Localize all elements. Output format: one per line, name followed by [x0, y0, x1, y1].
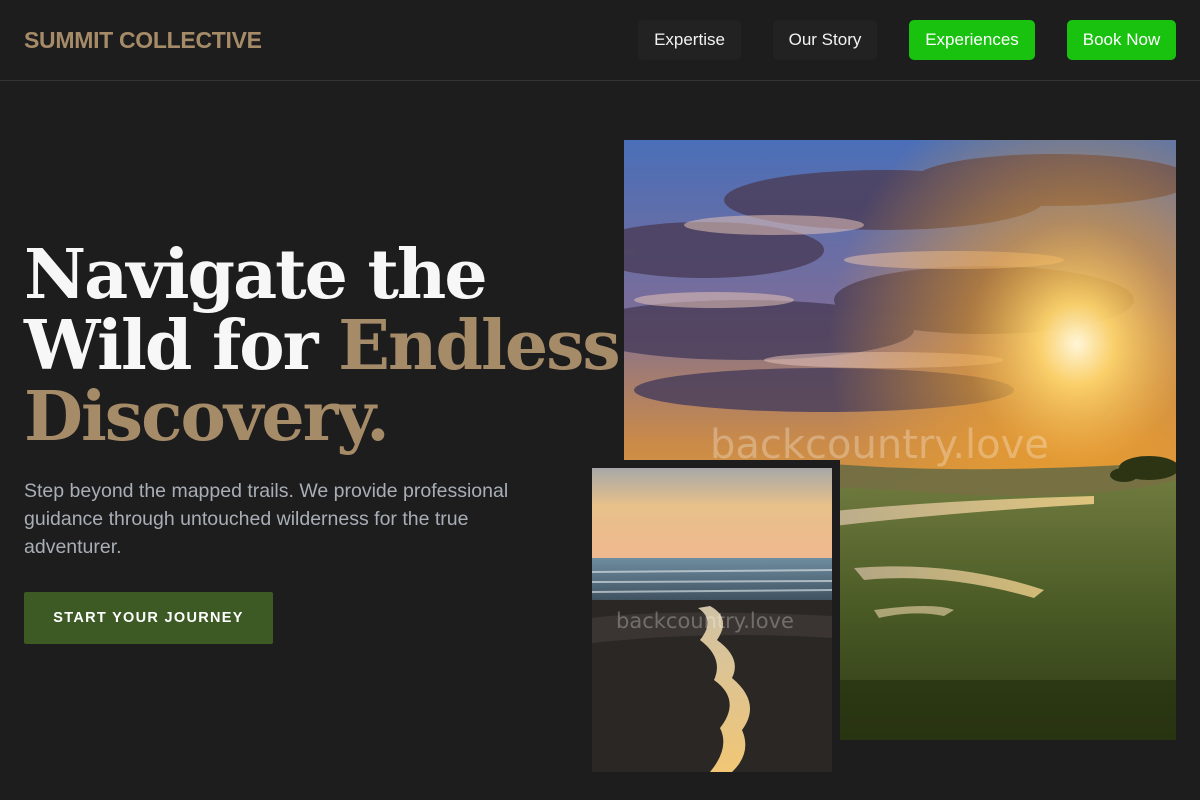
headline-wild-text: Wild for: [24, 306, 339, 386]
start-journey-button[interactable]: START YOUR JOURNEY: [24, 592, 273, 644]
beach-stream-illustration: backcountry.love: [592, 468, 832, 772]
site-header: SUMMIT COLLECTIVE Expertise Our Story Ex…: [0, 0, 1200, 81]
headline-line-1: Navigate the: [24, 235, 488, 315]
hero-subtext: Step beyond the mapped trails. We provid…: [24, 480, 509, 558]
nav-item-expertise[interactable]: Expertise: [638, 20, 741, 60]
headline-line-2: Wild for Endless: [24, 311, 621, 382]
book-now-button[interactable]: Book Now: [1067, 20, 1176, 60]
nav-item-our-story[interactable]: Our Story: [773, 20, 877, 60]
beach-stream-image: backcountry.love: [592, 468, 832, 772]
headline-accent-endless: Endless: [338, 306, 620, 386]
brand-logo[interactable]: SUMMIT COLLECTIVE: [24, 27, 262, 54]
nav-item-experiences[interactable]: Experiences: [909, 20, 1035, 60]
small-image-watermark: backcountry.love: [616, 609, 794, 633]
hero-headline: Navigate the Wild for Endless Discovery.: [24, 235, 621, 457]
headline-accent-discovery: Discovery.: [24, 377, 390, 457]
